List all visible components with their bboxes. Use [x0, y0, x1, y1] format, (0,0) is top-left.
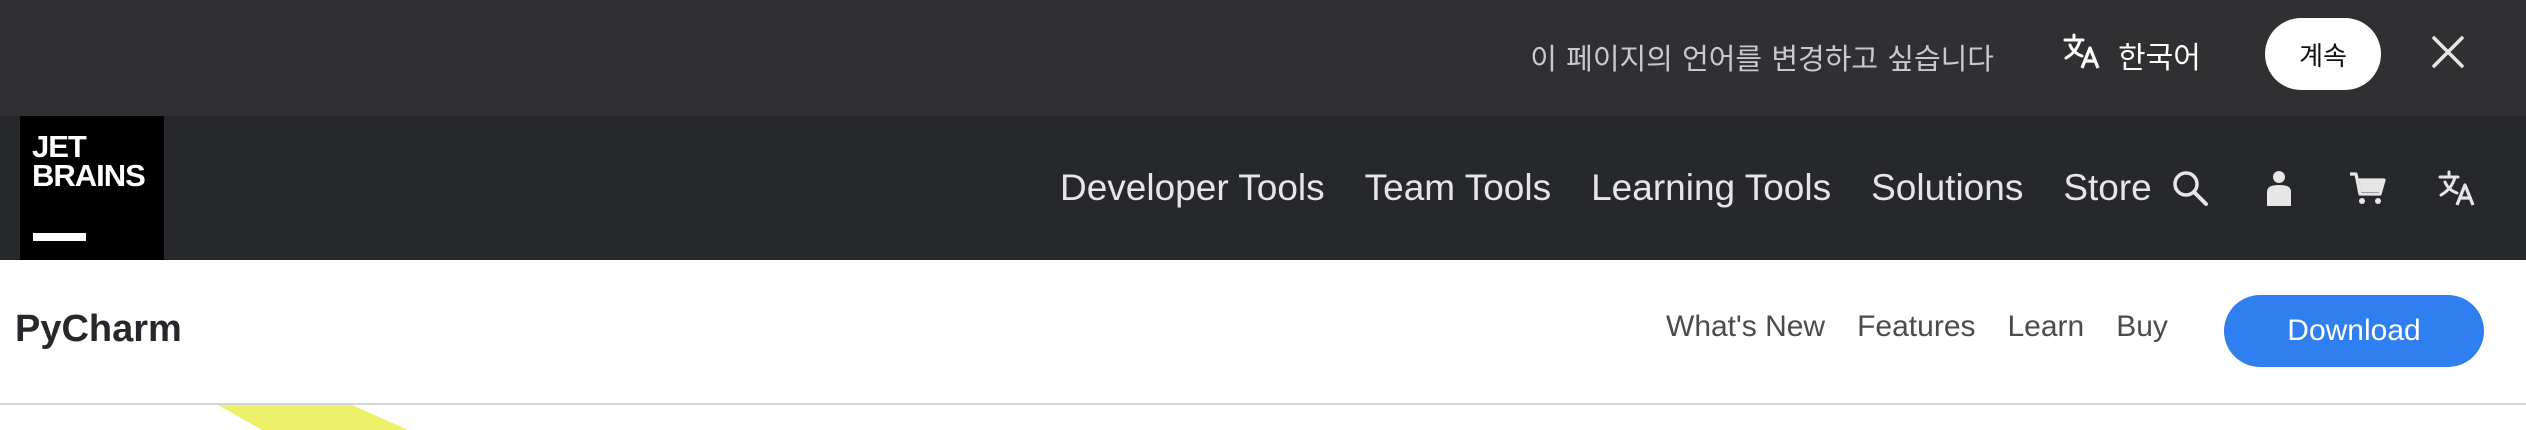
logo-text: JET BRAINS [32, 129, 146, 193]
product-link-learn[interactable]: Learn [2008, 310, 2085, 344]
product-link-whats-new[interactable]: What's New [1666, 310, 1825, 344]
continue-button[interactable]: 계속 [2265, 18, 2381, 90]
product-title[interactable]: PyCharm [15, 308, 182, 351]
translate-icon[interactable] [2435, 166, 2479, 210]
close-icon[interactable] [2426, 30, 2470, 74]
nav-item-learning-tools[interactable]: Learning Tools [1591, 167, 1831, 209]
product-link-features[interactable]: Features [1857, 310, 1975, 344]
product-link-buy[interactable]: Buy [2116, 310, 2168, 344]
nav-item-developer-tools[interactable]: Developer Tools [1060, 167, 1325, 209]
nav-item-team-tools[interactable]: Team Tools [1365, 167, 1551, 209]
download-button[interactable]: Download [2224, 295, 2484, 367]
language-change-message: 이 페이지의 언어를 변경하고 싶습니다 [1530, 42, 1994, 76]
nav-item-solutions[interactable]: Solutions [1871, 167, 2023, 209]
user-icon[interactable] [2257, 166, 2301, 210]
language-select[interactable]: 한국어 [2062, 30, 2201, 80]
jetbrains-logo[interactable]: JET BRAINS [20, 116, 164, 260]
nav-item-store[interactable]: Store [2063, 167, 2151, 209]
search-icon[interactable] [2168, 166, 2212, 210]
translate-icon [2062, 31, 2102, 79]
nav-icons [2168, 116, 2479, 260]
main-navbar: JET BRAINS Developer Tools Team Tools Le… [0, 116, 2526, 260]
cart-icon[interactable] [2346, 166, 2390, 210]
product-links: What's New Features Learn Buy [1666, 310, 2200, 344]
language-banner: 이 페이지의 언어를 변경하고 싶습니다 한국어 계속 [0, 0, 2526, 116]
nav-links: Developer Tools Team Tools Learning Tool… [1060, 116, 2192, 260]
product-bar: PyCharm What's New Features Learn Buy Do… [0, 260, 2526, 405]
hero-decoration [0, 405, 420, 430]
logo-bar [33, 233, 86, 241]
language-label: 한국어 [2118, 41, 2201, 76]
